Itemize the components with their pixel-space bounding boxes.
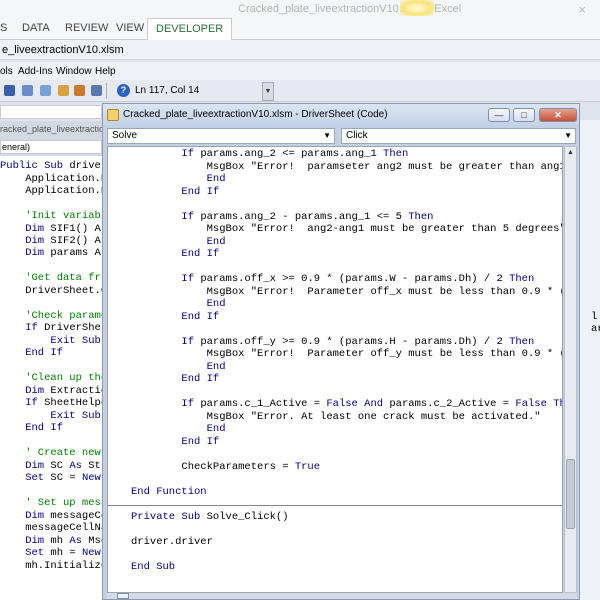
procedure-combo[interactable]: Click ▼ (341, 128, 576, 144)
object-combo[interactable]: Solve ▼ (107, 128, 335, 144)
menu-tools[interactable]: ols (0, 66, 13, 77)
cursor-position: Ln 117, Col 14 (135, 85, 200, 96)
vbe-menu-bar: ols Add-Ins Window Help (0, 62, 600, 80)
chevron-down-icon: ▼ (564, 131, 572, 140)
bg-right-code-fragment: l ar (591, 311, 600, 335)
toolbar-separator (106, 83, 107, 99)
maximize-button[interactable]: □ (513, 108, 535, 122)
excel-close-icon[interactable]: × (578, 2, 586, 17)
excel-title-bar: Cracked_plate_liveextractionV10.xlsm - E… (0, 0, 600, 18)
horizontal-scrollbar[interactable] (107, 593, 577, 599)
vertical-scrollbar[interactable]: ▲ (564, 146, 577, 593)
minimize-button[interactable]: — (488, 108, 510, 122)
tab-developer[interactable]: DEVELOPER (147, 18, 233, 41)
vbe-title-bar: e_liveextractionV10.xlsm (0, 40, 600, 60)
toolbar-overflow-icon[interactable]: ▼ (262, 82, 274, 101)
procedure-separator (108, 505, 562, 506)
design-mode-icon[interactable] (22, 85, 33, 96)
bg-procedure-box[interactable] (0, 105, 102, 119)
chevron-down-icon: ▼ (323, 131, 331, 140)
view-toggle-icon[interactable] (117, 593, 129, 599)
menu-add-ins[interactable]: Add-Ins (18, 66, 52, 77)
help-icon[interactable]: ? (117, 84, 130, 97)
vbe-title: e_liveextractionV10.xlsm (2, 44, 124, 56)
ribbon-tabs: S DATA REVIEW VIEW DEVELOPER (0, 18, 600, 41)
close-button[interactable]: ✕ (539, 108, 577, 122)
object-browser-icon[interactable] (74, 85, 85, 96)
bg-object-combo[interactable]: eneral) (0, 140, 102, 154)
bg-code-editor[interactable]: Public Sub drive Application.E Applicati… (0, 156, 102, 600)
scroll-thumb[interactable] (566, 459, 575, 529)
project-explorer-icon[interactable] (40, 85, 51, 96)
object-combo-value: Solve (112, 130, 138, 141)
properties-icon[interactable] (58, 85, 69, 96)
vbe-toolbar: ? Ln 117, Col 14 ▼ (0, 80, 600, 102)
tab-s[interactable]: S (0, 22, 7, 34)
scroll-up-icon[interactable]: ▲ (565, 147, 576, 159)
menu-help[interactable]: Help (95, 66, 116, 77)
code-window: Cracked_plate_liveextractionV10.xlsm - D… (102, 103, 580, 600)
cursor-highlight (400, 0, 434, 16)
tab-view[interactable]: VIEW (116, 22, 144, 34)
procedure-combo-value: Click (346, 130, 368, 141)
code-module-icon (107, 109, 119, 121)
code-window-title: Cracked_plate_liveextractionV10.xlsm - D… (123, 109, 388, 120)
menu-window[interactable]: Window (56, 66, 92, 77)
stop-icon[interactable] (4, 85, 15, 96)
toolbox-icon[interactable] (91, 85, 102, 96)
tab-review[interactable]: REVIEW (65, 22, 108, 34)
code-editor[interactable]: If params.ang_2 <= params.ang_1 Then Msg… (107, 146, 563, 593)
code-window-title-bar[interactable]: Cracked_plate_liveextractionV10.xlsm - D… (103, 104, 579, 126)
bg-right-window (578, 120, 600, 600)
tab-data[interactable]: DATA (22, 22, 50, 34)
